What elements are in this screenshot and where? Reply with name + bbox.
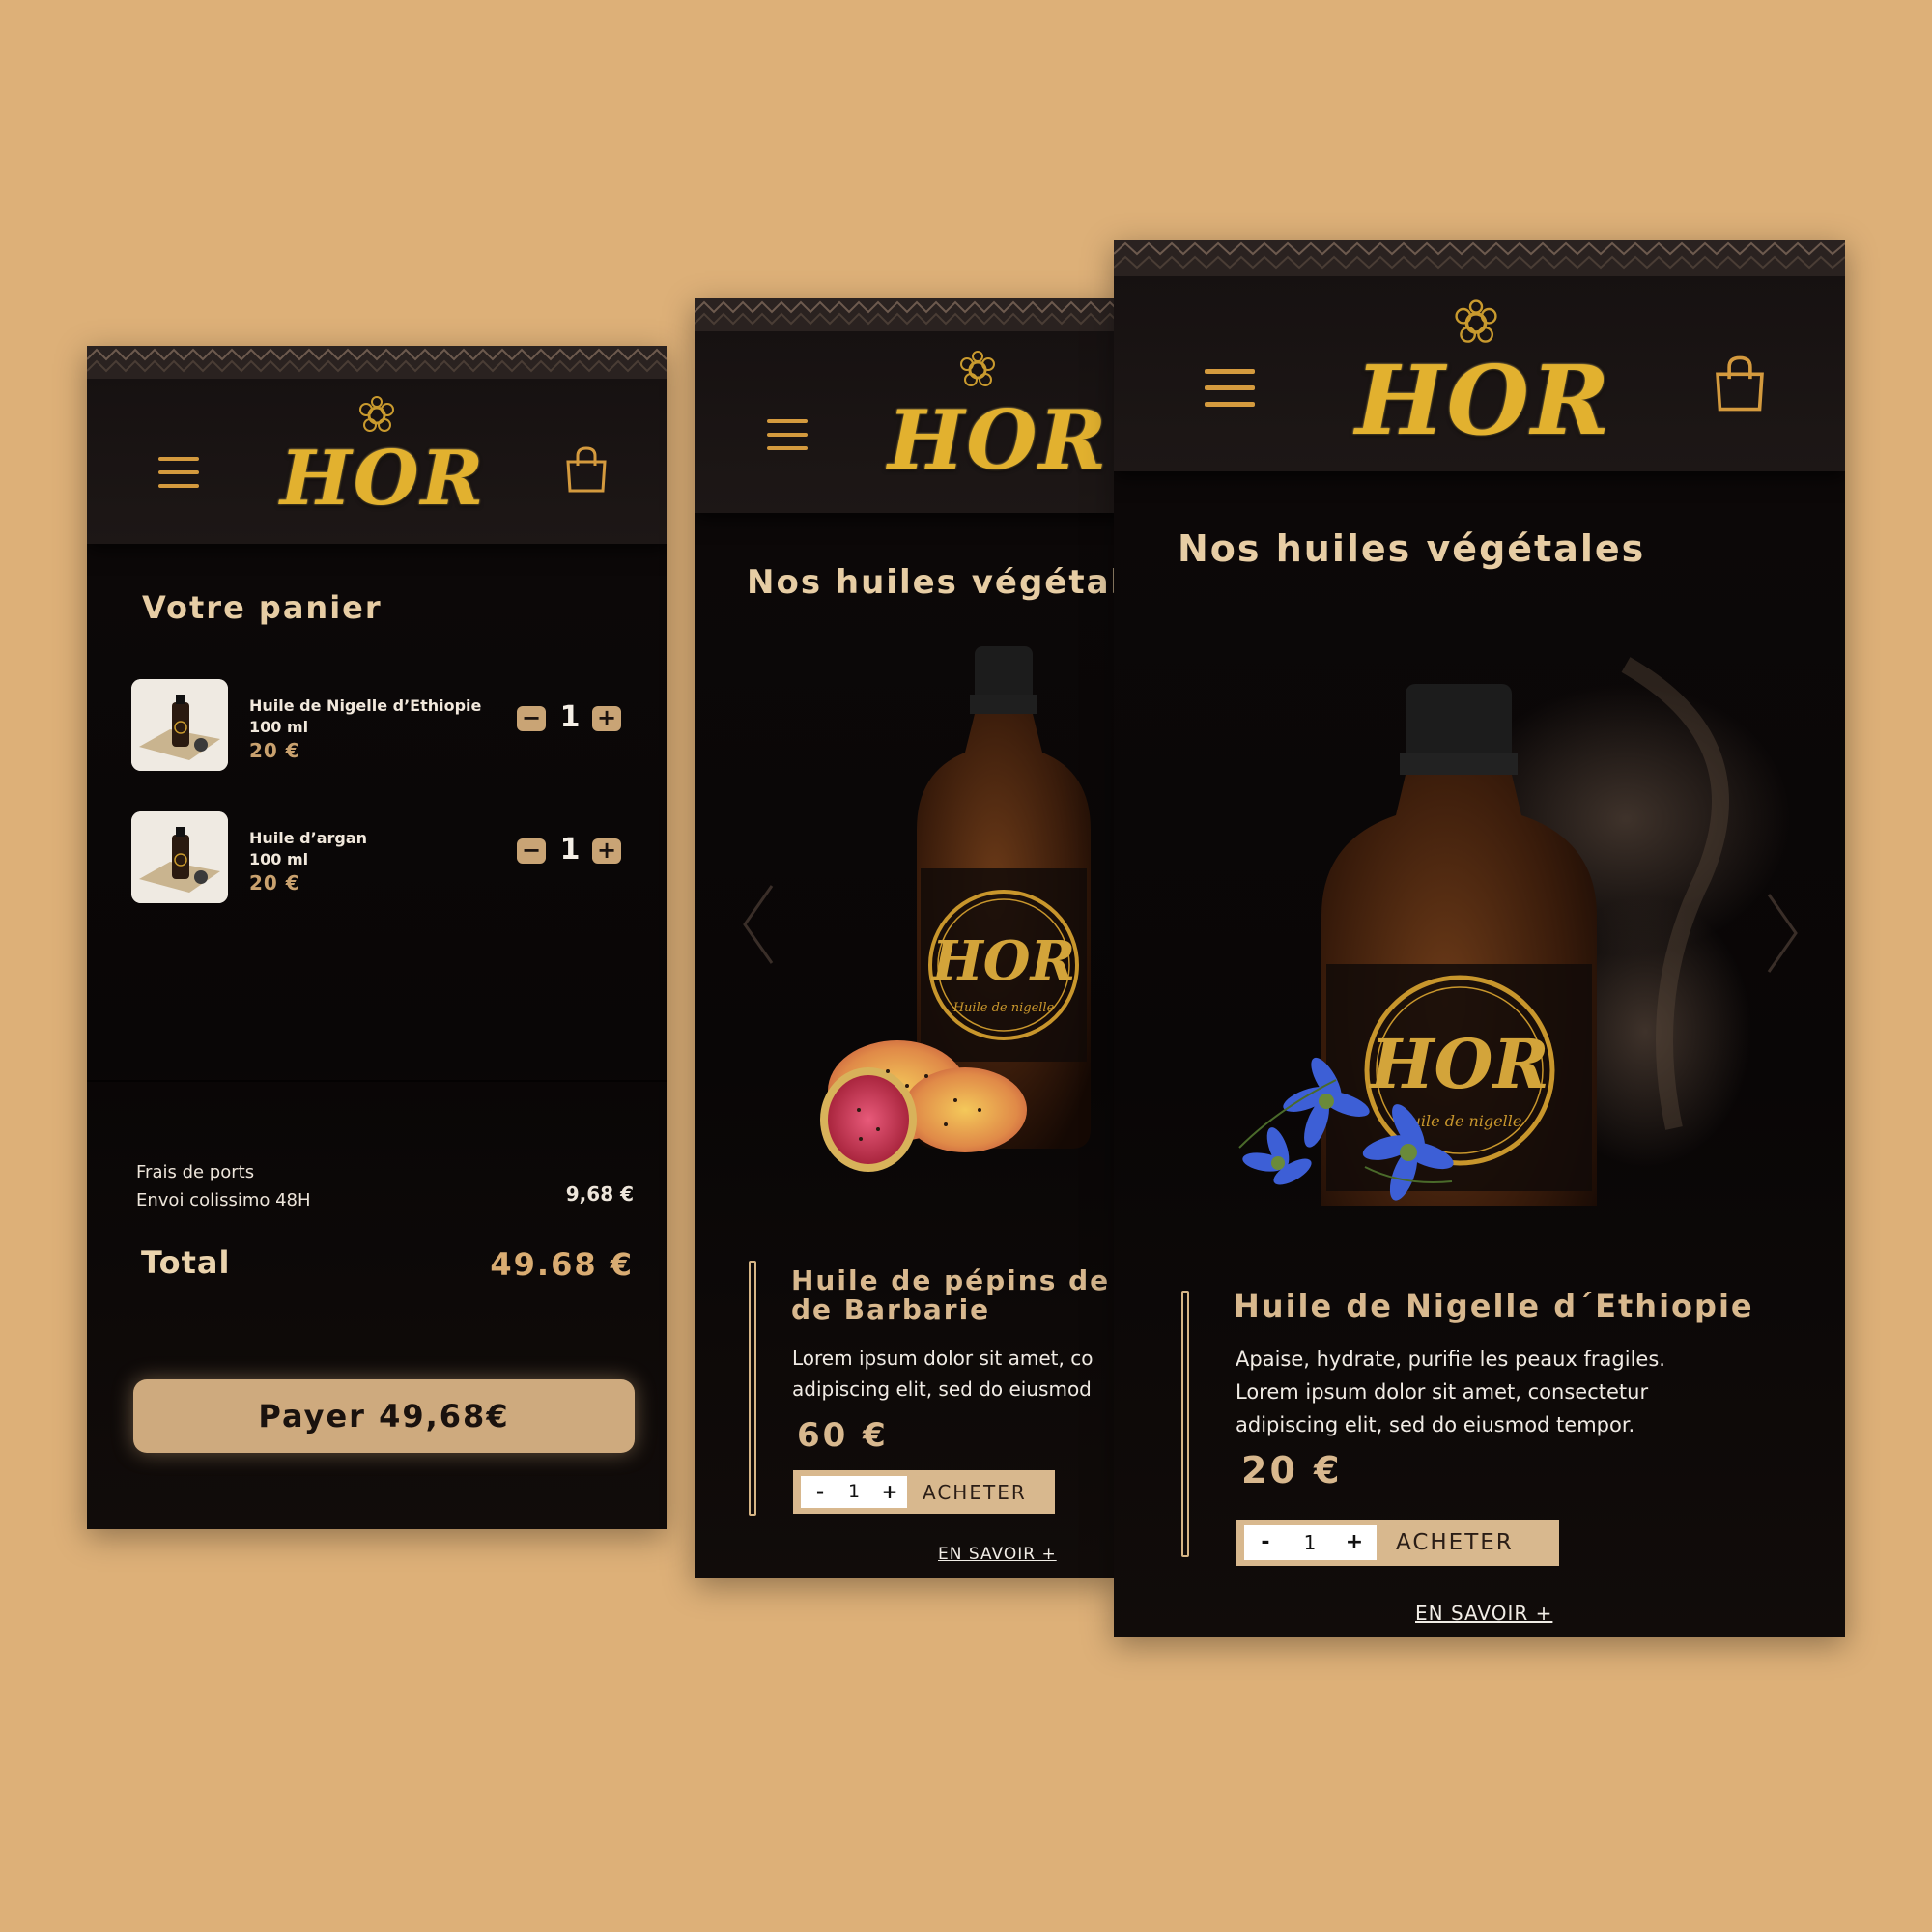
product-title: Huile de pépins de Fi bbox=[791, 1264, 1120, 1296]
decrement-button[interactable]: - bbox=[1256, 1530, 1275, 1554]
logo-text: HOR bbox=[1355, 346, 1612, 457]
flower-icon bbox=[960, 351, 995, 386]
hamburger-icon[interactable] bbox=[158, 457, 199, 488]
hamburger-icon[interactable] bbox=[767, 419, 808, 450]
product-title-line2: de Barbarie bbox=[791, 1293, 991, 1325]
product-bottle-image bbox=[131, 811, 228, 903]
total-value: 49.68 € bbox=[490, 1246, 634, 1283]
decrement-button[interactable]: − bbox=[517, 706, 546, 731]
logo[interactable]: HOR bbox=[888, 349, 1109, 503]
flower-icon bbox=[1455, 299, 1497, 343]
quantity-value: 1 bbox=[559, 833, 581, 867]
shipping-value: 9,68 € bbox=[565, 1182, 634, 1206]
product-screen-back: HOR Nos huiles végétales bbox=[695, 298, 1120, 1578]
item-name: Huile de Nigelle d’Ethiopie bbox=[249, 696, 482, 715]
product-image: HOR Huile de nigelle bbox=[820, 646, 1091, 1172]
increment-button[interactable]: + bbox=[880, 1480, 899, 1503]
logo-text: HOR bbox=[888, 392, 1109, 488]
product-price: 60 € bbox=[797, 1416, 889, 1455]
cart-item: Huile de Nigelle d’Ethiopie 100 ml 20 € … bbox=[87, 679, 667, 776]
learn-more-link[interactable]: EN SAVOIR + bbox=[1415, 1602, 1552, 1625]
accent-bar bbox=[749, 1261, 756, 1516]
flower-icon bbox=[359, 396, 394, 432]
section-heading: Nos huiles végétales bbox=[747, 563, 1120, 602]
header: HOR bbox=[695, 298, 1120, 513]
product-thumbnail[interactable] bbox=[131, 811, 228, 903]
increment-button[interactable]: + bbox=[592, 706, 621, 731]
learn-more-link[interactable]: EN SAVOIR + bbox=[938, 1545, 1057, 1564]
product-bottle-image bbox=[131, 679, 228, 771]
quantity-value: 1 bbox=[847, 1481, 861, 1502]
item-name: Huile d’argan bbox=[249, 829, 368, 847]
product-thumbnail[interactable] bbox=[131, 679, 228, 771]
chevron-left-icon[interactable] bbox=[741, 884, 776, 965]
shipping-label: Frais de ports bbox=[136, 1162, 255, 1182]
total-label: Total bbox=[141, 1244, 231, 1281]
quantity-stepper[interactable]: - 1 + bbox=[801, 1476, 907, 1508]
cart-screen: HOR Votre panier Huile de Nigelle d’Ethi… bbox=[87, 346, 667, 1529]
quantity-stepper[interactable]: - 1 + bbox=[1244, 1525, 1377, 1560]
product-description-line3: adipiscing elit, sed do eiusmod tempor. bbox=[1236, 1413, 1635, 1436]
section-heading: Nos huiles végétales bbox=[1178, 527, 1646, 570]
accent-bar bbox=[1181, 1291, 1189, 1557]
item-price: 20 € bbox=[249, 871, 300, 895]
svg-text:HOR: HOR bbox=[1368, 1024, 1548, 1104]
bottle-label-text: Huile de nigelle bbox=[952, 1001, 1055, 1015]
header: HOR bbox=[87, 346, 667, 544]
header: HOR bbox=[1114, 240, 1845, 471]
logo[interactable]: HOR bbox=[280, 394, 486, 539]
item-size: 100 ml bbox=[249, 850, 309, 868]
shopping-bag-icon[interactable] bbox=[1713, 355, 1767, 412]
quantity-value: 1 bbox=[1303, 1531, 1317, 1554]
item-price: 20 € bbox=[249, 739, 300, 762]
cart-item: Huile d’argan 100 ml 20 € − 1 + bbox=[87, 811, 667, 908]
quantity-value: 1 bbox=[559, 700, 581, 734]
product-description: Apaise, hydrate, purifie les peaux fragi… bbox=[1236, 1348, 1665, 1371]
increment-button[interactable]: + bbox=[1345, 1530, 1364, 1554]
buy-bar: - 1 + ACHETER bbox=[793, 1470, 1055, 1514]
product-description: Lorem ipsum dolor sit amet, co bbox=[792, 1347, 1094, 1370]
decorative-pattern bbox=[87, 346, 667, 379]
shipping-method: Envoi colissimo 48H bbox=[136, 1190, 311, 1210]
decorative-pattern bbox=[695, 298, 1120, 331]
product-price: 20 € bbox=[1241, 1449, 1343, 1492]
buy-bar: - 1 + ACHETER bbox=[1236, 1520, 1559, 1566]
product-description-line2: Lorem ipsum dolor sit amet, consectetur bbox=[1236, 1380, 1649, 1404]
hamburger-icon[interactable] bbox=[1205, 369, 1255, 407]
product-title: Huile de Nigelle d´Ethiopie bbox=[1234, 1288, 1754, 1324]
svg-text:HOR: HOR bbox=[930, 929, 1075, 993]
decorative-pattern bbox=[1114, 240, 1845, 276]
section-divider bbox=[87, 1080, 667, 1082]
decrement-button[interactable]: − bbox=[517, 838, 546, 864]
decrement-button[interactable]: - bbox=[810, 1480, 830, 1503]
pay-button[interactable]: Payer 49,68€ bbox=[133, 1379, 635, 1453]
logo-text: HOR bbox=[280, 435, 486, 523]
buy-button[interactable]: ACHETER bbox=[923, 1481, 1027, 1504]
shopping-bag-icon[interactable] bbox=[564, 446, 609, 493]
increment-button[interactable]: + bbox=[592, 838, 621, 864]
product-description-line2: adipiscing elit, sed do eiusmod bbox=[792, 1378, 1092, 1401]
item-size: 100 ml bbox=[249, 718, 309, 736]
logo[interactable]: HOR bbox=[1355, 298, 1612, 462]
product-screen-front: HOR Nos huiles végétales HOR Huile de ni… bbox=[1114, 240, 1845, 1637]
product-image: HOR Huile de nigelle bbox=[1238, 657, 1790, 1206]
buy-button[interactable]: ACHETER bbox=[1396, 1530, 1514, 1555]
cart-title: Votre panier bbox=[142, 589, 383, 626]
